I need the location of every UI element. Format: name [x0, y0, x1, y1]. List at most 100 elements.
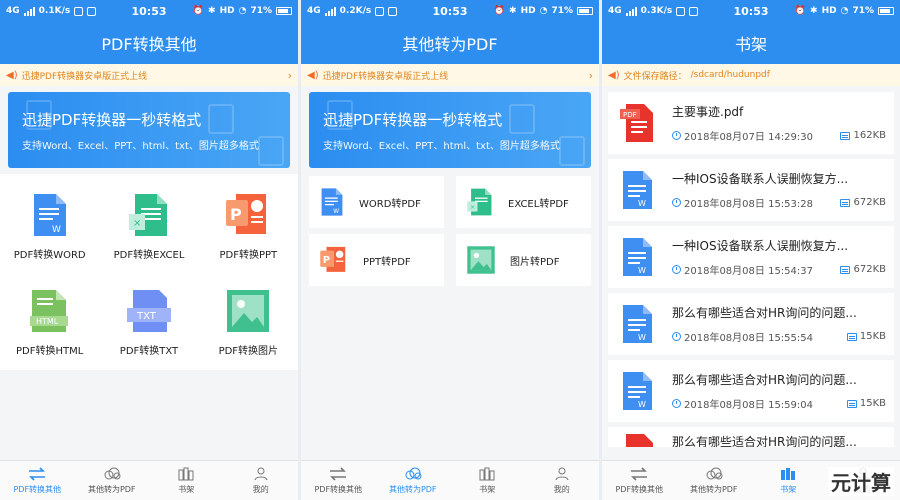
save-path-bar: ◀) 文件保存路径： /sdcard/hudunpdf	[602, 64, 900, 86]
svg-text:P: P	[323, 255, 330, 266]
tab-bookshelf[interactable]: 书架	[149, 461, 224, 500]
tab-label: 我的	[252, 484, 269, 494]
clock-icon	[672, 198, 681, 207]
tool-pdf-to-txt[interactable]: TXT PDF转换TXT	[99, 274, 198, 370]
conversion-buttons: W WORD转PDF × EXCEL转PDF P PPT转PDF 图片转PDF	[309, 176, 591, 286]
svg-text:W: W	[333, 209, 339, 215]
convert-arrows-icon	[330, 466, 347, 481]
speaker-icon: ◀)	[6, 69, 18, 81]
page-title: 其他转为PDF	[301, 22, 599, 64]
hd-label: HD	[219, 6, 235, 16]
size-icon	[840, 131, 851, 140]
size-icon	[846, 332, 857, 341]
file-name: 那么有哪些适合对HR询问的问题...	[672, 373, 857, 387]
notice-bar[interactable]: ◀) 迅捷PDF转换器安卓版正式上线 ›	[301, 64, 599, 86]
file-date: 2018年08月08日 15:53:28	[684, 199, 813, 210]
tool-pdf-to-html[interactable]: HTML PDF转换HTML	[0, 274, 99, 370]
screen-other-to-pdf: 4G 0.2K/s 10:53 ⏰ ✱ HD ◔ 71% 其他转为PDF ◀) …	[301, 0, 599, 500]
chevron-right-icon: ›	[588, 68, 593, 82]
svg-text:×: ×	[470, 204, 475, 211]
file-name: 主要事迹.pdf	[672, 105, 744, 119]
bluetooth-icon: ✱	[208, 6, 216, 16]
bookshelf-icon	[781, 467, 796, 480]
notice-bar[interactable]: ◀) 迅捷PDF转换器安卓版正式上线 ›	[0, 64, 298, 86]
tool-label: PPT转PDF	[363, 256, 411, 268]
cloud-icon	[104, 467, 121, 479]
hd-label: HD	[821, 6, 837, 16]
tool-label: 图片转PDF	[510, 256, 560, 268]
svg-text:W: W	[638, 400, 646, 409]
image-icon	[227, 289, 270, 332]
decorative-doc-icon	[327, 100, 353, 130]
tool-pdf-to-image[interactable]: PDF转换图片	[199, 274, 298, 370]
tab-other-to-pdf[interactable]: 其他转为PDF	[677, 461, 752, 500]
banner-subtitle: 支持Word、Excel、PPT、html、txt、图片超多格式	[323, 140, 560, 152]
banner-title: 迅捷PDF转换器一秒转格式	[323, 110, 503, 129]
tab-label: 其他转为PDF	[388, 484, 437, 494]
svg-text:W: W	[52, 225, 61, 235]
ppt-icon: P	[320, 246, 346, 272]
tool-image-to-pdf[interactable]: 图片转PDF	[456, 234, 591, 286]
file-size: 672KB	[853, 264, 886, 275]
speaker-icon: ◀)	[608, 69, 620, 81]
tab-label: 书架	[178, 484, 195, 494]
alarm-icon: ⏰	[794, 6, 807, 16]
tool-ppt-to-pdf[interactable]: P PPT转PDF	[309, 234, 444, 286]
battery-icon	[577, 7, 593, 15]
file-list: PDF 主要事迹.pdf 2018年08月07日 14:29:30 162KB …	[602, 86, 900, 447]
txt-icon: TXT	[126, 289, 171, 332]
tab-bookshelf[interactable]: 书架	[450, 461, 525, 500]
alarm-icon: ⏰	[192, 6, 205, 16]
word-file-icon: W	[623, 372, 652, 410]
tool-word-to-pdf[interactable]: W WORD转PDF	[309, 176, 444, 228]
tab-other-to-pdf[interactable]: 其他转为PDF	[75, 461, 150, 500]
battery-percent: 71%	[551, 6, 573, 16]
tab-pdf-to-other[interactable]: PDF转换其他	[0, 461, 75, 500]
pdf-file-icon	[626, 434, 653, 447]
tab-label: PDF转换其他	[13, 484, 62, 494]
svg-text:×: ×	[133, 218, 141, 229]
notice-text: 迅捷PDF转换器安卓版正式上线	[322, 71, 449, 82]
file-size: 162KB	[853, 130, 886, 141]
tab-bookshelf[interactable]: 书架	[751, 461, 826, 500]
tab-pdf-to-other[interactable]: PDF转换其他	[602, 461, 677, 500]
battery-percent: 71%	[852, 6, 874, 16]
tool-pdf-to-excel[interactable]: × PDF转换EXCEL	[99, 178, 198, 274]
promo-banner[interactable]: 迅捷PDF转换器一秒转格式 支持Word、Excel、PPT、html、txt、…	[309, 92, 591, 168]
promo-banner[interactable]: 迅捷PDF转换器一秒转格式 支持Word、Excel、PPT、html、txt、…	[8, 92, 290, 168]
list-item[interactable]: W 一种IOS设备联系人误删恢复方... 2018年08月08日 15:54:3…	[608, 226, 894, 288]
bookshelf-icon	[479, 467, 495, 480]
status-bar: 4G 0.2K/s 10:53 ⏰ ✱ HD ◔ 71%	[301, 0, 599, 22]
list-item[interactable]: 那么有哪些适合对HR询问的问题...	[608, 427, 894, 447]
tab-mine[interactable]: 我的	[525, 461, 600, 500]
tab-label: 书架	[479, 484, 496, 494]
excel-icon: ×	[467, 188, 492, 216]
svg-text:W: W	[638, 199, 646, 208]
list-item[interactable]: W 那么有哪些适合对HR询问的问题... 2018年08月08日 15:59:0…	[608, 360, 894, 422]
tool-pdf-to-ppt[interactable]: P PDF转换PPT	[199, 178, 298, 274]
decorative-doc-icon	[509, 104, 535, 134]
excel-icon: ×	[128, 193, 167, 236]
tab-label: PDF转换其他	[314, 484, 363, 494]
list-item[interactable]: PDF 主要事迹.pdf 2018年08月07日 14:29:30 162KB	[608, 92, 894, 154]
watermark-text: 元计算	[828, 467, 894, 496]
tab-pdf-to-other[interactable]: PDF转换其他	[301, 461, 376, 500]
list-item[interactable]: W 那么有哪些适合对HR询问的问题... 2018年08月08日 15:55:5…	[608, 293, 894, 355]
word-icon: W	[321, 188, 343, 216]
speaker-icon: ◀)	[307, 69, 319, 81]
file-date: 2018年08月08日 15:59:04	[684, 400, 813, 411]
bookshelf-icon	[178, 467, 194, 480]
tab-label: PDF转换其他	[615, 484, 664, 494]
list-item[interactable]: W 一种IOS设备联系人误删恢复方... 2018年08月08日 15:53:2…	[608, 159, 894, 221]
size-icon	[840, 198, 851, 207]
file-date: 2018年08月08日 15:54:37	[684, 266, 813, 277]
tab-label: 其他转为PDF	[689, 484, 738, 494]
wifi-icon: ◔	[238, 6, 247, 16]
tab-label: 我的	[553, 484, 570, 494]
tool-pdf-to-word[interactable]: W PDF转换WORD	[0, 178, 99, 274]
tool-label: PDF转换WORD	[13, 249, 86, 261]
word-file-icon: W	[623, 238, 652, 276]
tool-excel-to-pdf[interactable]: × EXCEL转PDF	[456, 176, 591, 228]
tab-other-to-pdf[interactable]: 其他转为PDF	[376, 461, 451, 500]
tab-mine[interactable]: 我的	[224, 461, 299, 500]
